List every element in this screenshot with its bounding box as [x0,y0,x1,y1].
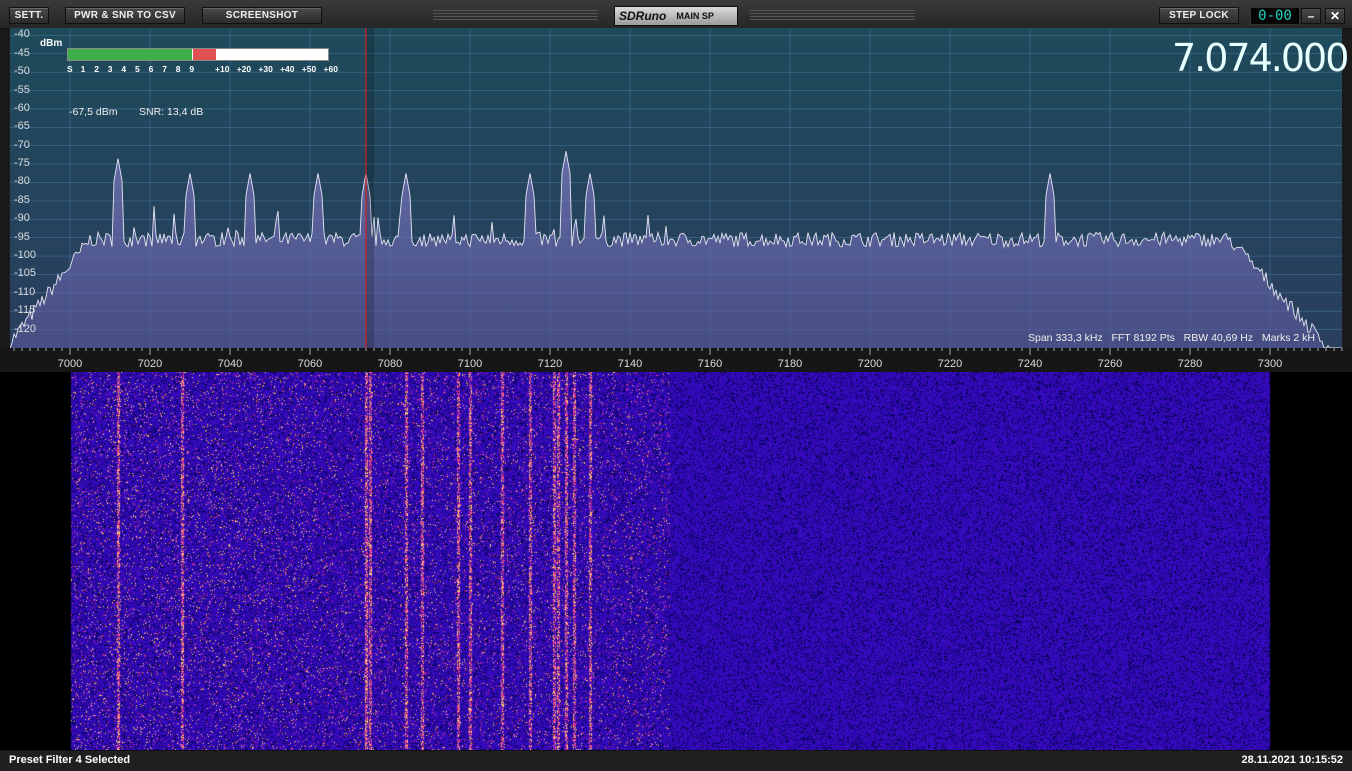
meter-scale-label: +30 [258,64,273,74]
window-name-label: MAIN SP [676,11,714,21]
drag-grip-left[interactable] [433,10,598,20]
y-axis-label: -50 [14,65,30,78]
toolbar: SETT. PWR & SNR TO CSV SCREENSHOT SDRuno… [0,0,1352,29]
status-message: Preset Filter 4 Selected [9,754,131,766]
marks-info: Marks 2 kH [1261,332,1315,344]
x-axis-label: 7180 [777,358,803,370]
rbw-info: RBW 40,69 Hz [1183,332,1254,344]
meter-unit-label: dBm [40,38,63,49]
fft-info: FFT 8192 Pts [1111,332,1175,344]
span-info: Span 333,3 kHz [1028,332,1103,344]
meter-scale-label: 1 [80,64,86,74]
y-axis-label: -70 [14,138,30,151]
x-axis-label: 7300 [1257,358,1283,370]
brand-label: SDRuno [619,9,667,23]
snr-readout: SNR: 13,4 dB [139,106,204,118]
axis-ticks [13,348,1343,355]
y-axis-label: -120 [14,322,37,335]
meter-scale-label: 5 [135,64,140,74]
spectrum-info: Span 333,3 kHz FFT 8192 Pts RBW 40,69 Hz… [1028,332,1315,344]
x-axis-label: 7000 [57,358,83,370]
screenshot-button[interactable]: SCREENSHOT [202,7,322,24]
power-readout: -67,5 dBm [69,106,118,118]
x-axis-label: 7280 [1177,358,1203,370]
y-axis-label: -100 [14,249,37,262]
meter-scale-label: +20 [236,64,252,74]
y-axis-label: -40 [14,28,30,41]
x-axis-label: 7040 [217,358,243,370]
meter-scale-label: 2 [94,64,99,74]
y-axis-label: -95 [14,230,30,243]
meter-scale-label: 7 [162,64,167,74]
meter-scale-label: 6 [148,64,154,74]
x-axis-label: 7220 [937,358,963,370]
frequency-display[interactable]: 7.074.000 [1172,36,1349,80]
x-axis-label: 7240 [1017,358,1043,370]
filter-band[interactable] [366,28,374,348]
app-logo: SDRuno MAIN SP [614,6,738,26]
meter-scale-label: 8 [175,64,181,74]
minimize-icon[interactable]: – [1301,8,1321,24]
meter-green-bar [68,49,193,60]
y-axis-label: -105 [14,267,37,280]
y-axis-label: -55 [14,83,30,96]
signal-meter [67,48,329,61]
spectrum-plot[interactable] [10,28,1342,348]
lcd-readout: 0-00 [1250,7,1300,25]
x-axis-label: 7160 [697,358,723,370]
y-axis-label: -115 [14,304,36,317]
meter-scale-label: 9 [189,64,195,74]
y-axis-label: -80 [14,175,30,188]
waterfall-display[interactable] [0,372,1352,750]
meter-scale-label: +10 [215,64,230,74]
drag-grip-right[interactable] [750,10,915,20]
y-axis-label: -60 [14,101,30,114]
status-datetime: 28.11.2021 10:15:52 [1241,754,1343,766]
y-axis-label: -90 [14,212,30,225]
x-axis-label: 7020 [137,358,163,370]
y-axis-label: -75 [14,157,30,170]
settings-button[interactable]: SETT. [9,7,49,24]
x-axis-label: 7120 [537,358,563,370]
x-axis-label: 7060 [297,358,323,370]
y-axis-label: -110 [14,285,36,298]
meter-scale-label: +50 [301,64,317,74]
meter-scale-label: +60 [323,64,338,74]
x-axis-label: 7140 [617,358,643,370]
meter-scale-label: 4 [121,64,127,74]
meter-red-bar [192,49,217,60]
close-icon[interactable]: ✕ [1325,8,1345,24]
x-axis-label: 7200 [857,358,883,370]
y-axis-label: -45 [14,46,30,59]
x-axis-label: 7100 [457,358,483,370]
status-bar: Preset Filter 4 Selected 28.11.2021 10:1… [0,750,1352,771]
meter-scale-label: +40 [280,64,295,74]
x-axis-label: 7080 [377,358,403,370]
pwr-snr-csv-button[interactable]: PWR & SNR TO CSV [65,7,185,24]
meter-scale-label: 3 [107,64,113,74]
y-axis-label: -85 [14,193,30,206]
meter-scale-label: S [67,64,73,74]
frequency-axis[interactable]: 7000 7020 7040 7060 7080 7100 7120 7140 7160 7180… [0,348,1352,372]
step-lock-button[interactable]: STEP LOCK [1159,7,1239,24]
x-axis-label: 7260 [1097,358,1123,370]
y-axis-label: -65 [14,120,30,133]
